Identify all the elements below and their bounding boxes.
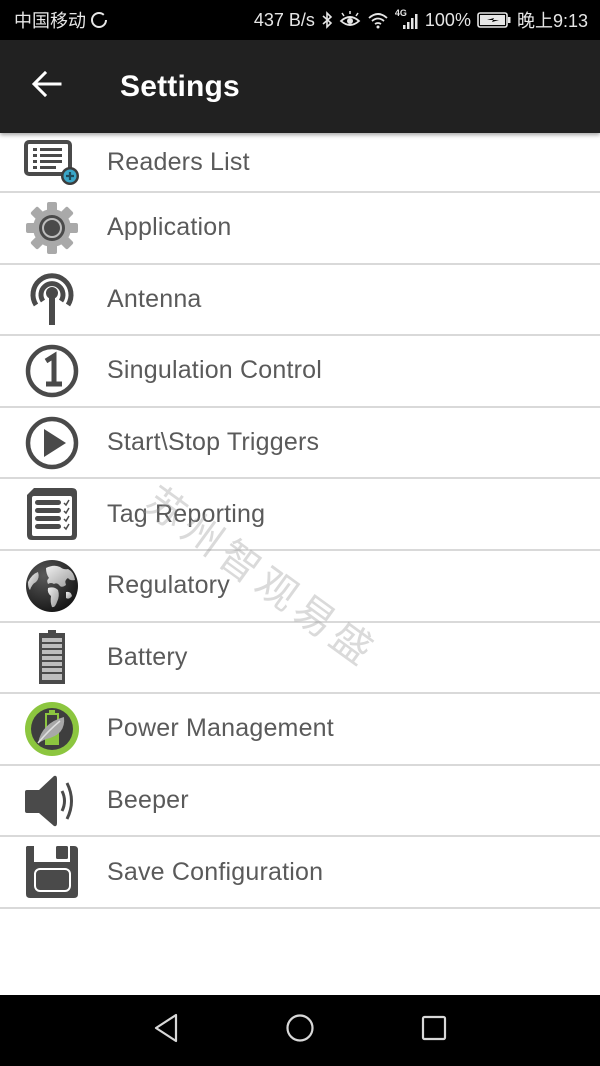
settings-item-tag-reporting[interactable]: Tag Reporting [0,479,600,551]
checklist-icon [0,479,107,549]
back-button[interactable] [0,40,94,133]
settings-item-singulation-control[interactable]: Singulation Control [0,336,600,408]
settings-item-label: Regulatory [107,571,230,600]
app-bar: Settings [0,40,600,133]
settings-item-beeper[interactable]: Beeper [0,765,600,838]
settings-item-label: Readers List [107,147,250,176]
settings-item-antenna[interactable]: Antenna [0,264,600,337]
triangle-back-icon [153,1013,179,1048]
nav-back-button[interactable] [99,995,233,1066]
square-recents-icon [421,1015,447,1046]
play-circle-icon [0,408,107,478]
battery-percent: 100% [424,9,471,30]
settings-item-label: Antenna [107,284,202,313]
settings-item-label: Battery [107,642,188,671]
page-title: Settings [120,69,240,103]
settings-item-label: Application [107,213,232,242]
readers-list-icon [0,133,107,191]
settings-item-label: Tag Reporting [107,499,266,528]
battery-charging-icon [477,11,511,29]
settings-list: Readers List Application Antenna Singula… [0,133,600,909]
antenna-icon [0,265,107,335]
settings-item-application[interactable]: Application [0,193,600,265]
network-type: 4G [394,8,407,18]
arrow-left-icon [31,70,62,102]
settings-item-label: Singulation Control [107,356,323,385]
nav-recents-button[interactable] [367,995,501,1066]
power-leaf-icon [0,694,107,764]
settings-item-battery[interactable]: Battery [0,622,600,695]
loading-circle-icon [90,11,108,29]
bluetooth-icon [321,11,333,29]
number-one-circle-icon [0,336,107,406]
globe-icon [0,551,107,621]
settings-item-label: Save Configuration [107,857,324,886]
settings-item-label: Beeper [107,786,189,815]
nav-home-button[interactable] [233,995,367,1066]
nav-bar [0,995,600,1066]
settings-item-power-management[interactable]: Power Management [0,694,600,766]
settings-item-start-stop-triggers[interactable]: Start\Stop Triggers [0,407,600,480]
net-speed: 437 B/s [253,9,315,30]
wifi-icon [367,11,389,29]
gear-icon [0,193,107,263]
status-bar: 中国移动 437 B/s 4G 100% 晚上9:13 [0,0,600,40]
settings-item-label: Power Management [107,714,334,743]
settings-item-label: Start\Stop Triggers [107,428,320,457]
eye-icon [339,11,361,29]
settings-item-readers-list[interactable]: Readers List [0,133,600,193]
clock: 晚上9:13 [516,11,588,31]
speaker-icon [0,766,107,836]
signal-icon: 4G [394,8,419,29]
settings-item-save-configuration[interactable]: Save Configuration [0,837,600,909]
circle-home-icon [285,1013,315,1048]
settings-item-regulatory[interactable]: Regulatory [0,550,600,623]
battery-icon [0,623,107,693]
carrier-name: 中国移动 [14,11,86,31]
floppy-disk-icon [0,837,107,907]
